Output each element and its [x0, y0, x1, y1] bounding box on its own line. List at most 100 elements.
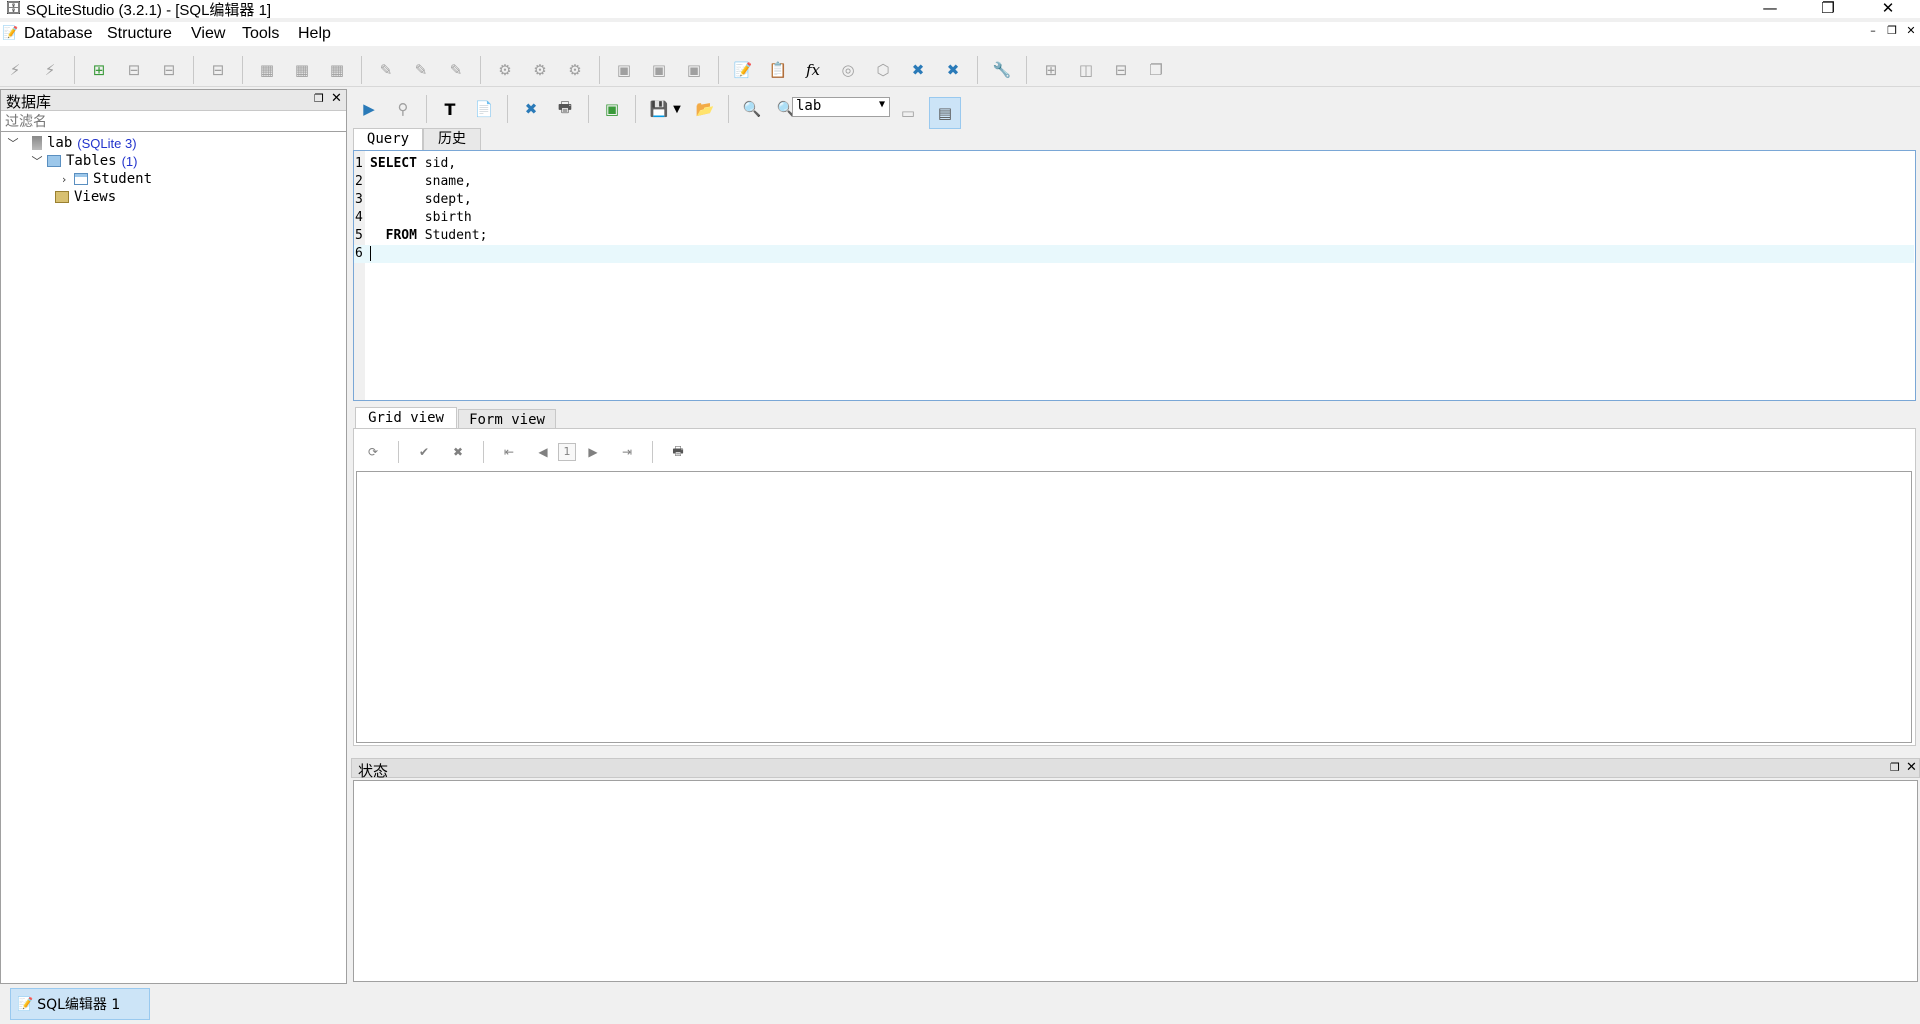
edit-trigger-icon[interactable]: ⚙	[529, 59, 551, 81]
line-number: 2	[355, 174, 363, 189]
delete-view-icon[interactable]: ▣	[683, 59, 705, 81]
dropdown-arrow-icon: ▼	[878, 99, 885, 110]
sql-text: sbirth	[370, 210, 472, 225]
main-toolbar: ⚡ ⚡ ⊞ ⊟ ⊟ ⊟ ▦ ▦ ▦ ✎ ✎ ✎ ⚙ ⚙ ⚙ ▣ ▣ ▣ 📝 📋 …	[0, 48, 1920, 87]
open-sql-file-icon[interactable]: 📂	[694, 98, 716, 120]
tab-form-view[interactable]: Form view	[458, 409, 556, 429]
menu-structure[interactable]: Structure	[107, 25, 172, 43]
connect-icon[interactable]: ⚡	[4, 59, 26, 81]
functions-icon[interactable]: fx	[802, 59, 824, 81]
remove-database-icon[interactable]: ⊟	[158, 59, 180, 81]
disconnect-icon[interactable]: ⚡	[39, 59, 61, 81]
menu-view[interactable]: View	[191, 25, 225, 43]
editor-toolbar: ▶ ⚲ T 📄 ✖ 🖶 ▣ 💾 ▼ 📂 🔍 🔍 ▭ ▤	[353, 91, 1920, 129]
extensions-icon[interactable]: ⬡	[872, 59, 894, 81]
restore-button[interactable]: ❐	[1808, 0, 1848, 18]
results-below-icon[interactable]: ▤	[929, 97, 961, 129]
clear-editor-icon[interactable]: 📄	[473, 98, 495, 120]
database-panel-header: 数据库 ❐ ✕	[1, 90, 346, 111]
add-database-icon[interactable]: ⊞	[88, 59, 110, 81]
float-panel-icon[interactable]: ❐	[1890, 761, 1900, 774]
tab-grid-view[interactable]: Grid view	[355, 407, 457, 429]
tile-vertical-icon[interactable]: ⊟	[1110, 59, 1132, 81]
create-table-icon[interactable]: ▦	[256, 59, 278, 81]
menu-tools[interactable]: Tools	[242, 25, 279, 43]
close-panel-icon[interactable]: ✕	[1906, 760, 1917, 775]
save-sql-icon[interactable]: 💾	[648, 98, 670, 120]
mdi-minimize-button[interactable]: –	[1866, 25, 1880, 39]
edit-index-icon[interactable]: ✎	[410, 59, 432, 81]
filter-input[interactable]	[1, 112, 346, 132]
menu-database[interactable]: Database	[24, 25, 93, 43]
export-results-icon[interactable]: ✖	[520, 98, 542, 120]
collations-icon[interactable]: ◎	[837, 59, 859, 81]
last-page-icon[interactable]: ⇥	[618, 443, 636, 461]
commit-icon[interactable]: ✔	[415, 443, 433, 461]
delete-index-icon[interactable]: ✎	[445, 59, 467, 81]
tab-query[interactable]: Query	[353, 128, 423, 150]
previous-page-icon[interactable]: ◀	[534, 443, 552, 461]
minimize-button[interactable]: —	[1750, 0, 1790, 18]
tile-horizontal-icon[interactable]: ◫	[1075, 59, 1097, 81]
config-icon[interactable]: 🔧	[991, 59, 1013, 81]
sql-text: sid,	[416, 156, 457, 171]
tree-item-tables[interactable]: ﹀ Tables (1)	[6, 152, 152, 170]
expanded-arrow-icon[interactable]: ﹀	[30, 153, 44, 169]
delete-trigger-icon[interactable]: ⚙	[564, 59, 586, 81]
create-view-from-query-icon[interactable]: ▣	[601, 98, 623, 120]
first-page-icon[interactable]: ⇤	[500, 443, 518, 461]
close-panel-icon[interactable]: ✕	[331, 91, 342, 106]
print-icon[interactable]: 🖶	[554, 98, 576, 120]
mdi-close-button[interactable]: ✕	[1904, 25, 1918, 39]
save-dropdown-icon[interactable]: ▼	[672, 98, 682, 120]
results-grid[interactable]	[356, 471, 1912, 743]
edit-database-icon[interactable]: ⊟	[123, 59, 145, 81]
explain-query-icon[interactable]: ⚲	[392, 98, 414, 120]
refresh-results-icon[interactable]: ⟳	[364, 443, 382, 461]
window-tab-label: SQL编辑器 1	[37, 997, 121, 1013]
tree-item-views[interactable]: Views	[6, 188, 152, 206]
tables-label: Tables	[66, 153, 117, 169]
line-number: 6	[355, 246, 363, 261]
tile-windows-icon[interactable]: ⊞	[1040, 59, 1062, 81]
mdi-restore-button[interactable]: ❐	[1885, 25, 1899, 39]
edit-table-icon[interactable]: ▦	[291, 59, 313, 81]
collapsed-arrow-icon[interactable]: ›	[57, 173, 71, 186]
close-window-button[interactable]: ✕	[1868, 0, 1908, 18]
sql-editor-icon[interactable]: 📝	[732, 59, 754, 81]
cascade-windows-icon[interactable]: ❐	[1145, 59, 1167, 81]
page-number-input[interactable]: 1	[558, 443, 576, 461]
sql-editor[interactable]: 1 SELECT sid, 2 sname, 3 sdept, 4 sbirth…	[353, 150, 1916, 401]
print-results-icon[interactable]: 🖶	[669, 443, 687, 461]
export-icon[interactable]: ✖	[942, 59, 964, 81]
tree-item-database[interactable]: ﹀ lab (SQLite 3)	[6, 134, 152, 152]
ddl-history-icon[interactable]: 📋	[767, 59, 789, 81]
database-select[interactable]: lab ▼	[792, 97, 890, 117]
status-log	[353, 780, 1918, 982]
float-panel-icon[interactable]: ❐	[314, 92, 324, 105]
format-sql-icon[interactable]: T	[439, 98, 461, 120]
database-tree: ﹀ lab (SQLite 3) ﹀ Tables (1) › Student …	[6, 134, 153, 206]
create-index-icon[interactable]: ✎	[375, 59, 397, 81]
create-trigger-icon[interactable]: ⚙	[494, 59, 516, 81]
code-line: 3 sdept,	[354, 191, 1914, 209]
find-icon[interactable]: 🔍	[741, 98, 763, 120]
delete-table-icon[interactable]: ▦	[326, 59, 348, 81]
expanded-arrow-icon[interactable]: ﹀	[6, 135, 20, 151]
app-icon: 🗄	[5, 1, 22, 16]
menu-bar: 📝 Database Structure View Tools Help	[0, 22, 1920, 46]
create-view-icon[interactable]: ▣	[613, 59, 635, 81]
refresh-database-icon[interactable]: ⊟	[207, 59, 229, 81]
toolbar-separator	[599, 56, 600, 84]
edit-view-icon[interactable]: ▣	[648, 59, 670, 81]
tree-item-table-student[interactable]: › Student	[6, 170, 152, 188]
next-page-icon[interactable]: ▶	[584, 443, 602, 461]
window-tab-sql-editor[interactable]: 📝 SQL编辑器 1	[10, 988, 150, 1020]
execute-query-icon[interactable]: ▶	[358, 98, 380, 120]
tabbed-results-icon[interactable]: ▭	[897, 102, 919, 124]
import-icon[interactable]: ✖	[907, 59, 929, 81]
views-label: Views	[74, 189, 117, 205]
menu-help[interactable]: Help	[298, 25, 331, 43]
tab-history[interactable]: 历史	[423, 128, 481, 150]
rollback-icon[interactable]: ✖	[449, 443, 467, 461]
